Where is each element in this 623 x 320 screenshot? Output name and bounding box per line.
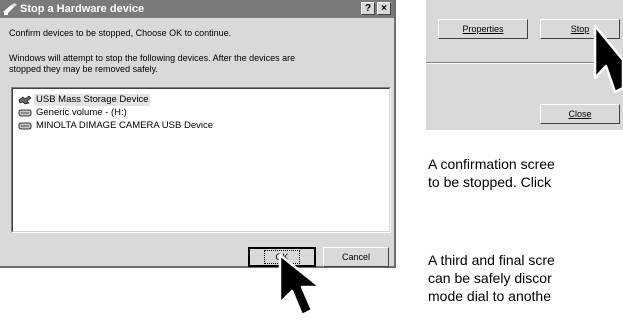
device-list[interactable]: USB Mass Storage Device Generic volume -… bbox=[11, 87, 391, 233]
caption-line: mode dial to anothe bbox=[428, 288, 551, 304]
close-panel-button-label: Close bbox=[568, 109, 592, 119]
stop-hardware-dialog: Stop a Hardware device ? × Confirm devic… bbox=[0, 0, 396, 268]
close-button[interactable]: × bbox=[377, 2, 391, 15]
cancel-button[interactable]: Cancel bbox=[323, 247, 389, 267]
help-button[interactable]: ? bbox=[361, 2, 375, 15]
title-bar[interactable]: Stop a Hardware device ? × bbox=[0, 0, 394, 18]
hardware-icon bbox=[3, 3, 17, 15]
list-item-label: USB Mass Storage Device bbox=[34, 94, 151, 106]
mouse-pointer-icon bbox=[278, 253, 322, 317]
caption-line: to be stopped. Click bbox=[428, 174, 551, 190]
caption-line: A third and final scre bbox=[428, 252, 555, 268]
close-panel-button[interactable]: Close bbox=[540, 104, 620, 124]
drive-icon bbox=[18, 122, 32, 130]
properties-button-label: Properties bbox=[462, 24, 504, 34]
caption-line: A confirmation scree bbox=[428, 156, 555, 172]
caption-line: can be safely discor bbox=[428, 270, 552, 286]
usb-device-icon bbox=[18, 95, 32, 105]
mouse-pointer-icon bbox=[593, 24, 623, 94]
info-message-line2: stopped they may be removed safely. bbox=[9, 64, 158, 74]
confirm-message: Confirm devices to be stopped, Choose OK… bbox=[9, 28, 232, 38]
list-item-label: Generic volume - (H:) bbox=[36, 107, 127, 118]
drive-icon bbox=[18, 109, 32, 117]
info-message-line1: Windows will attempt to stop the followi… bbox=[9, 53, 296, 63]
properties-button[interactable]: Properties bbox=[438, 19, 528, 39]
dialog-title: Stop a Hardware device bbox=[20, 3, 145, 15]
list-item-label: MINOLTA DIMAGE CAMERA USB Device bbox=[36, 120, 214, 131]
stop-button-label: Stop bbox=[570, 24, 590, 34]
